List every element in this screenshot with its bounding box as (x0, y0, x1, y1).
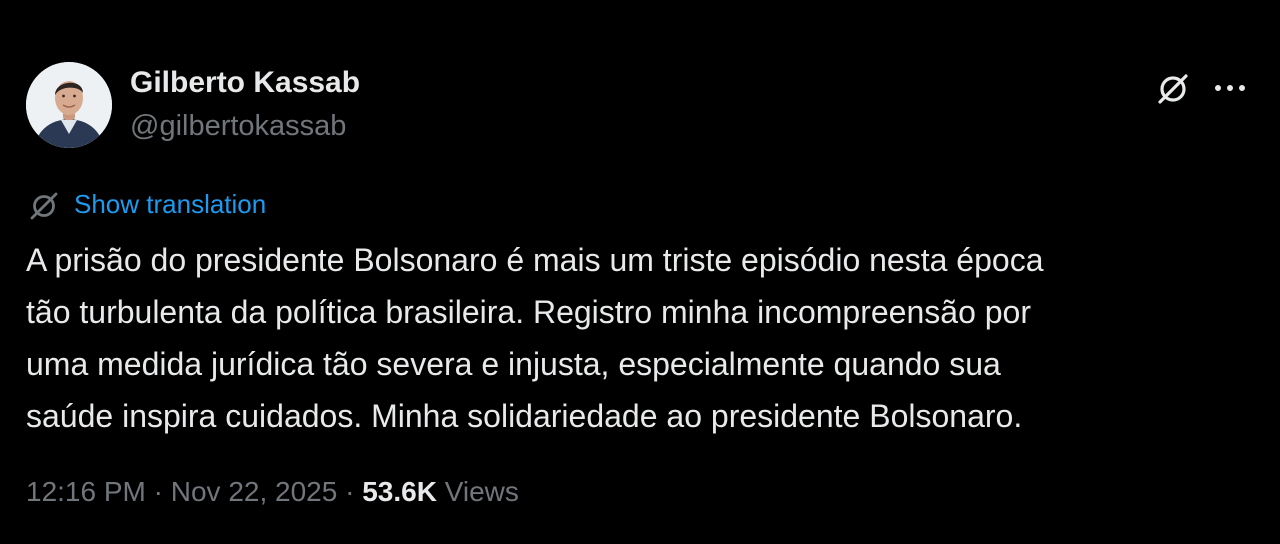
tweet-time[interactable]: 12:16 PM (26, 476, 146, 507)
show-translation-link[interactable]: Show translation (74, 189, 266, 220)
author-display-name[interactable]: Gilberto Kassab (130, 66, 360, 100)
author-handle[interactable]: @gilbertokassab (130, 110, 346, 143)
views-label: Views (444, 476, 519, 507)
grok-icon[interactable] (1153, 68, 1193, 108)
tweet-meta: 12:16 PM · Nov 22, 2025 · 53.6K Views (26, 476, 519, 508)
tweet-text: A prisão do presidente Bolsonaro é mais … (26, 242, 1044, 434)
meta-separator: · (153, 476, 163, 507)
avatar-photo (26, 62, 112, 148)
views-count: 53.6K (362, 476, 437, 507)
translate-icon (26, 187, 62, 223)
tweet-date[interactable]: Nov 22, 2025 (171, 476, 338, 507)
meta-separator: · (345, 476, 355, 507)
more-options-icon[interactable] (1210, 68, 1250, 108)
avatar[interactable] (26, 62, 112, 148)
tweet-card: Gilberto Kassab @gilbertokassab Show tra… (0, 0, 1280, 544)
